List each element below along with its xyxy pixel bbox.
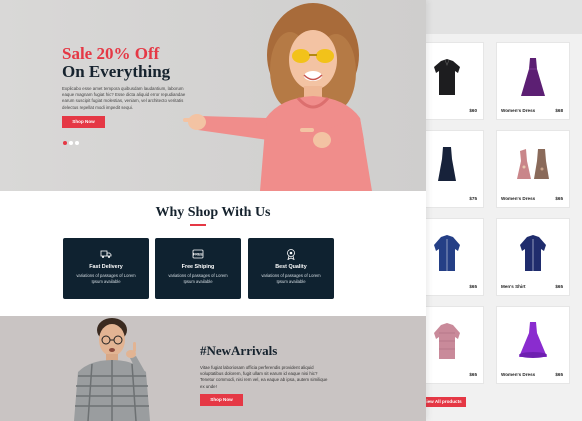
navy-dress-icon	[438, 147, 456, 181]
feature-card-fast-delivery: Fast Delivery variations of passages of …	[63, 238, 149, 299]
arrivals-shop-now-button[interactable]: Shop Now	[200, 394, 243, 406]
product-price: $68	[555, 108, 563, 113]
product-name: Men's Shirt	[501, 284, 526, 289]
new-arrivals-section: #NewArrivals Vitae fugiat laboriosam off…	[0, 316, 426, 421]
product-price: $65	[469, 372, 477, 377]
feature-description: variations of passages of Lorem Ipsum av…	[168, 273, 228, 284]
product-price: $65	[555, 196, 563, 201]
arrivals-model-image	[74, 318, 150, 421]
pink-shirt-icon	[434, 323, 460, 359]
hero-headline: On Everything	[62, 62, 171, 81]
floral-dress-icon	[517, 149, 549, 179]
svg-text:FREE: FREE	[193, 253, 203, 257]
hero-banner: Sale 20% Off On Everything Explicabo ess…	[0, 0, 426, 191]
product-price: $75	[469, 196, 477, 201]
view-all-products-button[interactable]: iew All products	[422, 397, 466, 407]
why-shop-title: Why Shop With Us	[155, 205, 271, 220]
hero-shop-now-button[interactable]: Shop Now	[62, 116, 105, 128]
home-page: Sale 20% Off On Everything Explicabo ess…	[0, 0, 426, 421]
new-arrivals-description: Vitae fugiat laboriosam officia perferen…	[200, 365, 328, 389]
product-card[interactable]: Men's Shirt $65	[496, 218, 570, 296]
product-name: Women's Dress	[501, 196, 536, 201]
feature-title: Free Shiping	[181, 264, 215, 270]
purple-gown-icon	[519, 322, 547, 358]
hero-model-image	[183, 3, 372, 191]
navy-shirt-icon	[520, 235, 546, 271]
product-name: Women's Dress	[501, 372, 536, 377]
hero-description: Explicabo esse amet tempora quibusdam la…	[62, 86, 186, 110]
quality-badge-icon	[287, 249, 295, 260]
product-price: $60	[469, 108, 477, 113]
feature-description: variations of passages of Lorem Ipsum av…	[76, 273, 136, 284]
product-card[interactable]: Women's Dress $65	[496, 306, 570, 384]
slider-dot[interactable]	[63, 141, 67, 145]
product-name: Women's Dress	[501, 108, 536, 113]
slider-dots	[63, 141, 79, 145]
slider-dot[interactable]	[75, 141, 79, 145]
feature-title: Best Quality	[275, 264, 307, 270]
hero-sale-title: Sale 20% Off	[62, 44, 160, 63]
new-arrivals-title: #NewArrivals	[200, 343, 278, 358]
product-price: $65	[469, 284, 477, 289]
delivery-truck-icon	[100, 250, 112, 258]
blue-shirt-icon	[434, 235, 460, 271]
product-price: $65	[555, 372, 563, 377]
product-card[interactable]: Women's Dress $68	[496, 42, 570, 120]
black-shirt-icon	[434, 59, 460, 95]
free-shipping-icon: FREE	[192, 249, 204, 259]
product-price: $65	[555, 284, 563, 289]
slider-dot[interactable]	[69, 141, 73, 145]
purple-dress-icon	[521, 58, 545, 96]
feature-title: Fast Delivery	[89, 264, 123, 270]
feature-card-best-quality: Best Quality variations of passages of L…	[248, 238, 334, 299]
feature-description: variations of passages of Lorem Ipsum av…	[261, 273, 321, 284]
title-underline	[190, 224, 206, 226]
product-card[interactable]: Women's Dress $65	[496, 130, 570, 208]
feature-card-free-shipping: FREE Free Shiping variations of passages…	[155, 238, 241, 299]
